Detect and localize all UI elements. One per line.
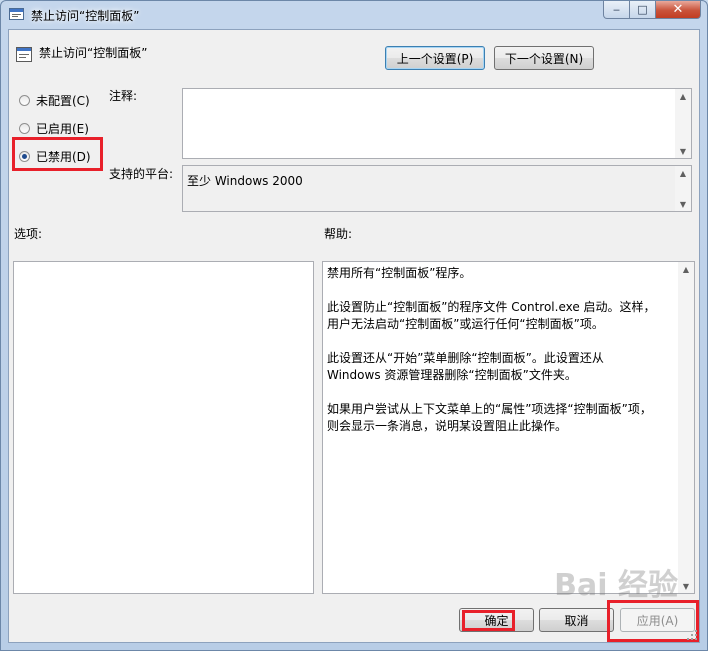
comment-field[interactable]: ▲ ▼ xyxy=(182,88,692,159)
help-paragraph: 如果用户尝试从上下文菜单上的“属性”项选择“控制面板”项， 则会显示一条消息，说… xyxy=(327,402,652,433)
radio-enabled[interactable]: 已启用(E) xyxy=(19,120,89,137)
radio-not-configured[interactable]: 未配置(C) xyxy=(19,92,90,109)
help-paragraph: 此设置还从“开始”菜单删除“控制面板”。此设置还从 Windows 资源管理器删… xyxy=(327,351,604,382)
scroll-down-arrow-icon[interactable]: ▼ xyxy=(675,197,691,211)
previous-setting-button[interactable]: 上一个设置(P) xyxy=(385,46,485,70)
resize-grip-icon[interactable] xyxy=(686,629,698,641)
caption-buttons: ‒ □ ✕ xyxy=(603,1,701,20)
platform-field: 至少 Windows 2000 ▲ ▼ xyxy=(182,165,692,212)
options-panel xyxy=(13,261,314,594)
radio-not-configured-circle[interactable] xyxy=(19,95,30,106)
scroll-down-arrow-icon[interactable]: ▼ xyxy=(675,144,691,158)
baidu-watermark: Bai 经验 xyxy=(554,568,678,603)
scroll-up-arrow-icon[interactable]: ▲ xyxy=(678,262,694,276)
highlight-box-disabled xyxy=(12,137,103,171)
platform-label: 支持的平台: xyxy=(109,167,174,181)
help-section-label: 帮助: xyxy=(324,227,353,241)
policy-setting-icon xyxy=(16,47,32,62)
window-title: 禁止访问“控制面板” xyxy=(31,9,140,23)
comment-label: 注释: xyxy=(109,89,138,103)
scroll-up-arrow-icon[interactable]: ▲ xyxy=(675,166,691,180)
radio-enabled-label: 已启用(E) xyxy=(36,122,89,136)
maximize-button[interactable]: □ xyxy=(630,1,656,19)
radio-enabled-circle[interactable] xyxy=(19,123,30,134)
highlight-box-ok xyxy=(462,610,515,631)
close-button[interactable]: ✕ xyxy=(656,1,701,19)
radio-not-configured-label: 未配置(C) xyxy=(36,94,90,108)
platform-scrollbar[interactable]: ▲ ▼ xyxy=(675,166,691,211)
cancel-button[interactable]: 取消 xyxy=(539,608,614,632)
scroll-up-arrow-icon[interactable]: ▲ xyxy=(675,89,691,103)
scroll-down-arrow-icon[interactable]: ▼ xyxy=(678,579,694,593)
help-text: 禁用所有“控制面板”程序。 此设置防止“控制面板”的程序文件 Control.e… xyxy=(327,265,677,452)
close-icon: ✕ xyxy=(672,2,684,17)
maximize-icon: □ xyxy=(637,3,648,16)
help-paragraph: 此设置防止“控制面板”的程序文件 Control.exe 启动。这样， 用户无法… xyxy=(327,300,656,331)
options-section-label: 选项: xyxy=(14,227,43,241)
help-scrollbar[interactable]: ▲ ▼ xyxy=(678,262,694,593)
title-bar[interactable]: 禁止访问“控制面板” ‒ □ ✕ xyxy=(1,1,707,28)
minimize-icon: ‒ xyxy=(613,3,620,16)
comment-scrollbar[interactable]: ▲ ▼ xyxy=(675,89,691,158)
policy-settings-icon xyxy=(9,8,24,20)
policy-name: 禁止访问“控制面板” xyxy=(39,46,148,60)
help-panel: 禁用所有“控制面板”程序。 此设置防止“控制面板”的程序文件 Control.e… xyxy=(322,261,695,594)
dialog-client-area: 禁止访问“控制面板” 上一个设置(P) 下一个设置(N) 未配置(C) 已启用(… xyxy=(8,29,700,643)
help-paragraph: 禁用所有“控制面板”程序。 xyxy=(327,266,472,280)
policy-dialog-window: 禁止访问“控制面板” ‒ □ ✕ 禁止访问“控制面板” 上一个设置(P) 下一个… xyxy=(0,0,708,651)
next-setting-button[interactable]: 下一个设置(N) xyxy=(494,46,594,70)
minimize-button[interactable]: ‒ xyxy=(603,1,630,19)
platform-value: 至少 Windows 2000 xyxy=(187,174,303,188)
